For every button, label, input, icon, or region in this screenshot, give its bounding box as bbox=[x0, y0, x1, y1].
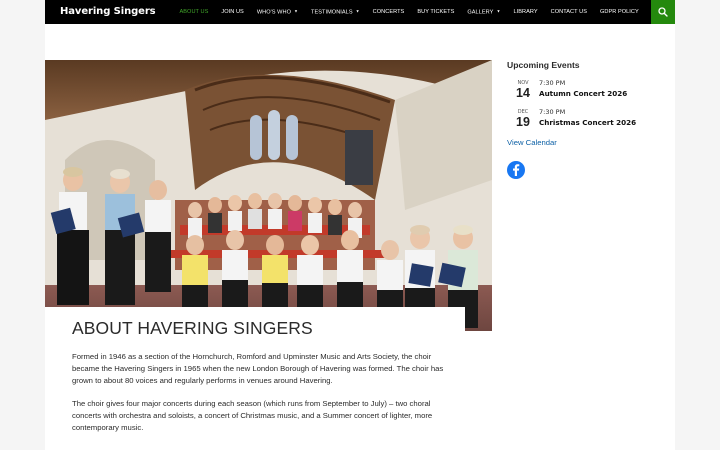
event-day: 14 bbox=[516, 86, 530, 100]
facebook-icon bbox=[513, 164, 520, 176]
upcoming-events-title: Upcoming Events bbox=[507, 60, 580, 70]
facebook-link[interactable] bbox=[507, 161, 525, 179]
event-item: Nov 14 7:30 PM Autumn Concert 2026 bbox=[507, 79, 667, 100]
choir-photo bbox=[45, 60, 492, 331]
view-calendar-link[interactable]: View Calendar bbox=[507, 138, 667, 147]
sidebar: Upcoming Events Nov 14 7:30 PM Autumn Conce… bbox=[507, 60, 667, 179]
about-article: ABOUT HAVERING SINGERS Formed in 1946 as… bbox=[45, 307, 465, 450]
choir-photo-art bbox=[45, 60, 492, 331]
event-time: 7:30 PM bbox=[539, 79, 566, 87]
intro-paragraph: Formed in 1946 as a section of the Hornc… bbox=[72, 352, 444, 386]
event-info: 7:30 PM Christmas Concert 2026 bbox=[539, 108, 636, 129]
event-info: 7:30 PM Autumn Concert 2026 bbox=[539, 79, 627, 100]
event-day: 19 bbox=[516, 115, 530, 129]
event-date: Dec 19 bbox=[507, 109, 539, 128]
event-name-link[interactable]: Autumn Concert 2026 bbox=[539, 87, 627, 100]
event-item: Dec 19 7:30 PM Christmas Concert 2026 bbox=[507, 108, 667, 129]
event-time: 7:30 PM bbox=[539, 108, 566, 116]
concerts-paragraph: The choir gives four major concerts duri… bbox=[72, 399, 433, 433]
event-name-link[interactable]: Christmas Concert 2026 bbox=[539, 116, 636, 129]
event-date: Nov 14 bbox=[507, 80, 539, 99]
page-title: ABOUT HAVERING SINGERS bbox=[72, 318, 313, 338]
events-list: Nov 14 7:30 PM Autumn Concert 2026 Dec 19 7:30… bbox=[507, 79, 667, 129]
